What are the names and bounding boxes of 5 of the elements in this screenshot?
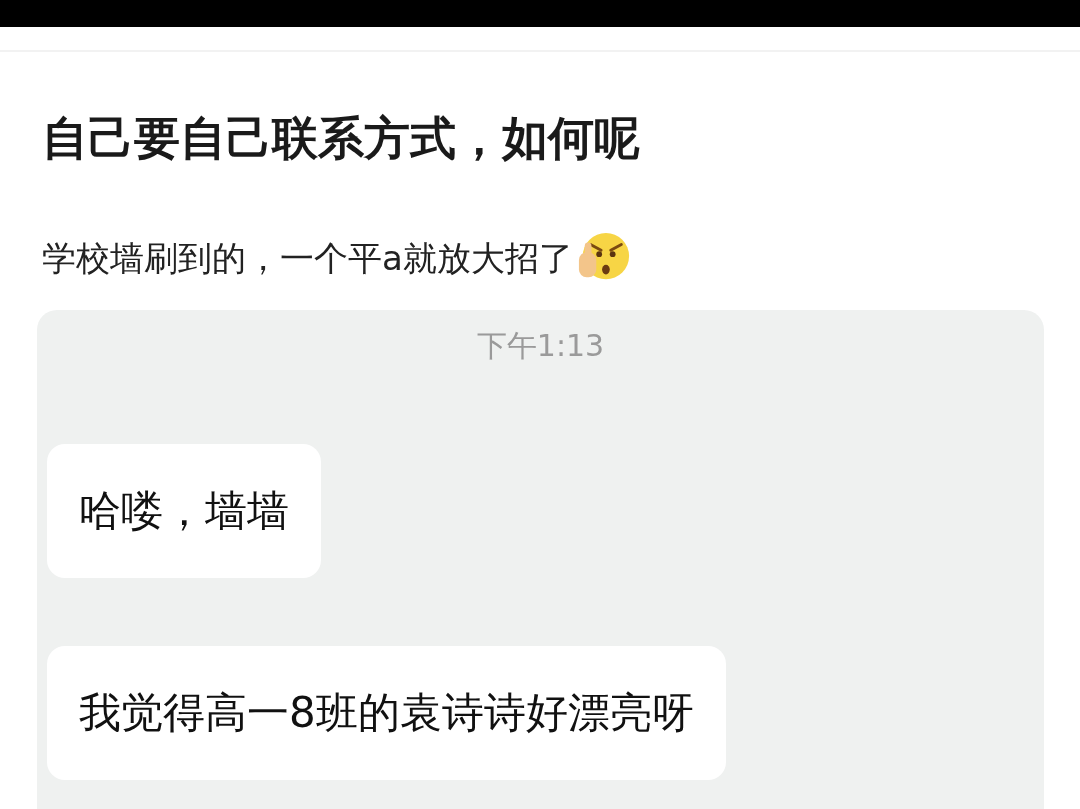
post-title: 自己要自己联系方式，如何呢 [42,110,641,167]
message-bubble: 哈喽，墙墙 [47,444,321,578]
post-text: 学校墙刷到的，一个平a就放大招了 [42,237,573,280]
chat-timestamp: 下午1:13 [475,327,606,365]
message-bubble: 我觉得高一8班的袁诗诗好漂亮呀 [47,646,726,780]
